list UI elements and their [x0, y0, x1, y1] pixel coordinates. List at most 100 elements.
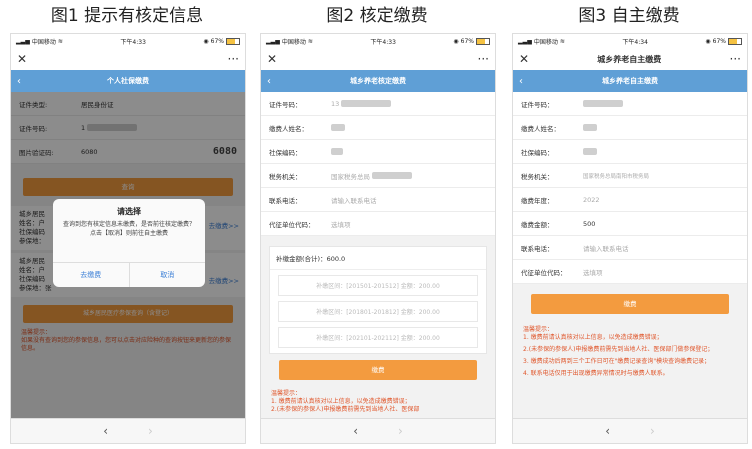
clock: 下午4:33: [120, 38, 146, 46]
year-row: 缴费年度： 2022: [513, 188, 747, 212]
back-icon[interactable]: ‹: [605, 424, 610, 438]
close-icon[interactable]: ✕: [519, 52, 529, 66]
alarm-icon: ◉: [705, 37, 711, 45]
field-label: 社保编码：: [521, 148, 554, 157]
phone-input[interactable]: 请输入联系电话: [583, 243, 629, 253]
browser-nav: ‹ ›: [513, 418, 747, 443]
back-arrow-icon[interactable]: ‹: [17, 76, 21, 87]
ss-code-row: 社保编码：: [261, 140, 495, 164]
cancel-button[interactable]: 取消: [128, 263, 206, 287]
status-bar: ▂▃▅ 中国移动 ≋ 下午4:34 ◉ 67%: [513, 34, 747, 48]
dialog-title: 请选择: [117, 207, 141, 216]
agent-code-input[interactable]: 选填项: [331, 219, 351, 229]
signal-icon: ▂▃▅: [266, 37, 280, 45]
field-label: 缴费人姓名：: [521, 124, 560, 133]
more-icon[interactable]: ···: [478, 52, 489, 66]
field-value: 13: [331, 99, 340, 108]
page-title: 城乡养老自主缴费: [602, 77, 658, 85]
field-value: 国家税务总局: [331, 172, 370, 181]
arrears-card: 补缴金额(合计)：600.0 补缴区间：[201501-201512] 金额：2…: [269, 246, 487, 354]
agent-code-input[interactable]: 选填项: [583, 267, 603, 277]
field-label: 缴费年度：: [521, 196, 554, 205]
arrears-total: 补缴金额(合计)：600.0: [270, 247, 486, 270]
caption-3: 图3 自主缴费: [578, 6, 680, 26]
tip-title: 温馨提示：: [271, 390, 302, 397]
masked-value: [583, 100, 623, 107]
field-value: 2022: [583, 195, 600, 204]
tip-line: 2.(未参保的参保人)申报缴费前需先到当地人社、医保部门做参保登记；: [523, 346, 714, 353]
agent-code-row[interactable]: 代征单位代码： 选填项: [513, 260, 747, 284]
close-icon[interactable]: ✕: [17, 52, 27, 66]
field-label: 联系电话：: [521, 244, 554, 253]
nav-bar: ‹ 城乡养老自主缴费: [513, 70, 747, 92]
agent-code-row[interactable]: 代征单位代码： 选填项: [261, 212, 495, 236]
masked-value: [341, 100, 392, 107]
ss-code-row: 社保编码：: [513, 140, 747, 164]
battery-icon: [476, 37, 490, 45]
back-icon[interactable]: ‹: [353, 424, 358, 438]
phone-row[interactable]: 联系电话： 请输入联系电话: [513, 236, 747, 260]
phone-screen-1: ▂▃▅ 中国移动 ≋ 下午4:33 ◉ 67% ✕ ··· ‹ 个人社保缴费 证件类型…: [10, 33, 246, 444]
masked-value: [583, 148, 597, 155]
back-arrow-icon[interactable]: ‹: [267, 76, 271, 87]
browser-nav: ‹ ›: [11, 418, 245, 443]
id-number-row: 证件号码：: [513, 92, 747, 116]
alarm-icon: ◉: [203, 37, 209, 45]
field-label: 社保编码：: [269, 148, 302, 157]
signal-icon: ▂▃▅: [518, 37, 532, 45]
back-arrow-icon[interactable]: ‹: [519, 76, 523, 87]
carrier-label: 中国移动: [533, 38, 558, 46]
field-label: 缴费人姓名：: [269, 124, 308, 133]
carrier-label: 中国移动: [281, 38, 306, 46]
forward-icon[interactable]: ›: [398, 424, 403, 438]
field-label: 税务机关：: [269, 172, 302, 181]
dialog-message: 查询到您有核定信息未缴费，是否前往核定缴费？点击【取消】则前往自主缴费: [62, 221, 195, 237]
field-label: 证件号码：: [521, 100, 554, 109]
amount-row[interactable]: 缴费金额： 500: [513, 212, 747, 236]
arrears-line: 补缴区间：[201501-201512] 金额：200.00: [278, 275, 478, 296]
battery-label: 67%: [712, 37, 726, 45]
nav-bar: ‹ 个人社保缴费: [11, 70, 245, 92]
go-pay-button[interactable]: 去缴费: [53, 263, 129, 287]
more-icon[interactable]: ···: [228, 52, 239, 66]
payer-name-row: 缴费人姓名：: [513, 116, 747, 140]
field-value: 国家税务总局南阳市税务局: [583, 173, 650, 180]
status-bar: ▂▃▅ 中国移动 ≋ 下午4:33 ◉ 67%: [261, 34, 495, 48]
field-label: 联系电话：: [269, 196, 302, 205]
battery-icon: [226, 37, 240, 45]
field-label: 税务机关：: [521, 172, 554, 181]
masked-value: [583, 124, 597, 131]
tip-block: 温馨提示： 1. 缴费前请认真核对以上信息，以免造成缴费错误； 2.(未参保的参…: [513, 324, 747, 378]
top-bar: ✕ ···: [11, 48, 245, 70]
forward-icon[interactable]: ›: [650, 424, 655, 438]
wifi-icon: ≋: [307, 37, 313, 45]
tax-office-row: 税务机关： 国家税务总局南阳市税务局: [513, 164, 747, 188]
amount-input[interactable]: 500: [583, 220, 595, 228]
battery-label: 67%: [210, 37, 224, 45]
field-label: 代征单位代码：: [521, 268, 567, 277]
close-icon[interactable]: ✕: [267, 52, 277, 66]
pay-button[interactable]: 缴费: [279, 360, 477, 380]
more-icon[interactable]: ···: [730, 52, 741, 66]
page-title: 城乡养老核定缴费: [350, 77, 406, 85]
phone-screen-3: ▂▃▅ 中国移动 ≋ 下午4:34 ◉ 67% ✕ 城乡养老自主缴费 ··· ‹ 城乡…: [512, 33, 748, 444]
tip-line: 3. 缴费成功后两到三个工作日可在"缴费记录查询"模块查询缴费记录；: [523, 358, 711, 365]
phone-screen-2: ▂▃▅ 中国移动 ≋ 下午4:33 ◉ 67% ✕ ··· ‹ 城乡养老核定缴费 证件…: [260, 33, 496, 444]
back-icon[interactable]: ‹: [103, 424, 108, 438]
caption-2: 图2 核定缴费: [326, 6, 428, 26]
nav-bar: ‹ 城乡养老核定缴费: [261, 70, 495, 92]
battery-label: 67%: [460, 37, 474, 45]
battery-icon: [728, 37, 742, 45]
pay-button[interactable]: 缴费: [531, 294, 729, 314]
clock: 下午4:33: [370, 38, 396, 46]
forward-icon[interactable]: ›: [148, 424, 153, 438]
phone-input[interactable]: 请输入联系电话: [331, 195, 377, 205]
top-bar: ✕ 城乡养老自主缴费 ···: [513, 48, 747, 70]
top-title: 城乡养老自主缴费: [597, 54, 662, 64]
wifi-icon: ≋: [559, 37, 565, 45]
phone-row[interactable]: 联系电话： 请输入联系电话: [261, 188, 495, 212]
payer-name-row: 缴费人姓名：: [261, 116, 495, 140]
top-bar: ✕ ···: [261, 48, 495, 70]
alarm-icon: ◉: [453, 37, 459, 45]
clock: 下午4:34: [622, 38, 648, 46]
